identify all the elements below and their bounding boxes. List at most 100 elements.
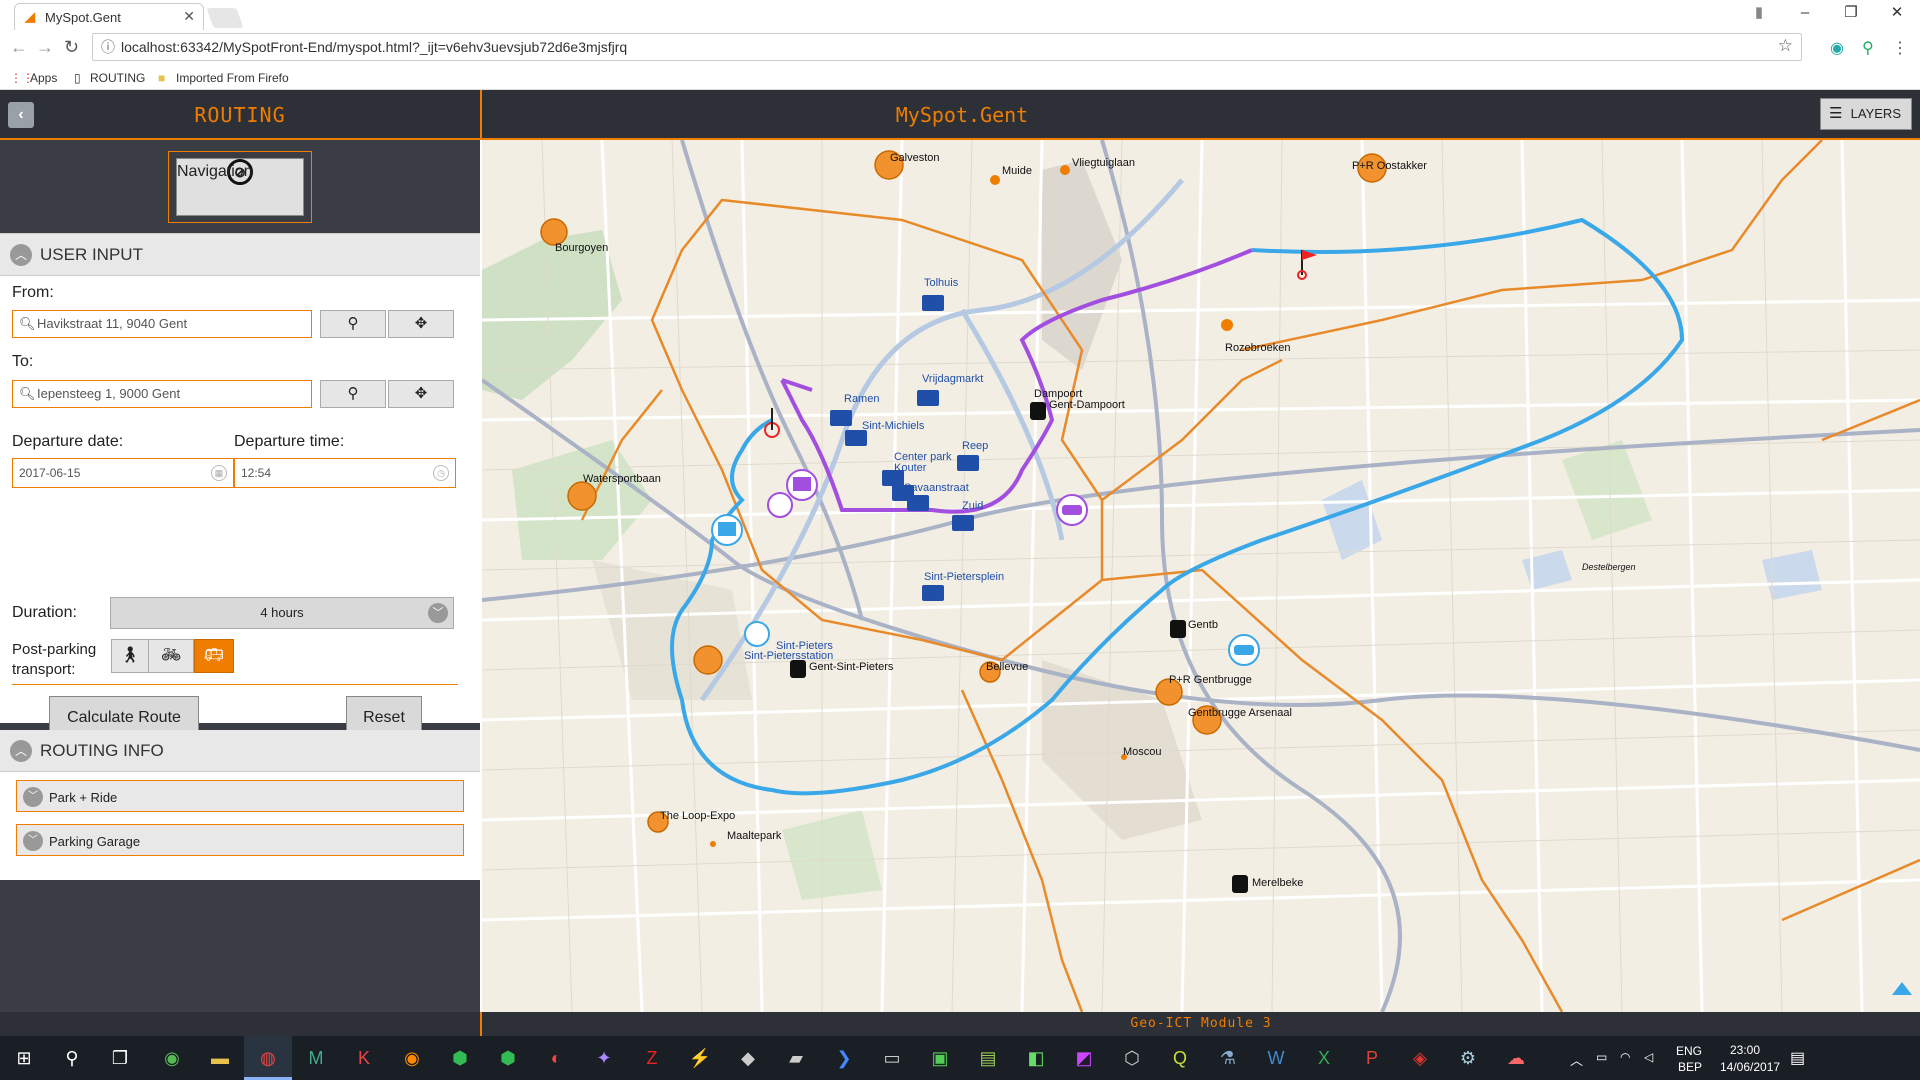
filezilla-icon[interactable]: Z (628, 1036, 676, 1080)
app-icon[interactable]: ◆ (724, 1036, 772, 1080)
to-input[interactable]: 🔍︎ Iepensteeg 1, 9000 Gent (12, 380, 312, 408)
map-label-place: Maaltepark (727, 830, 782, 842)
from-input[interactable]: 🔍︎ Havikstraat 11, 9040 Gent (12, 310, 312, 338)
menu-icon[interactable]: ⋮ (1892, 38, 1908, 58)
routing-info-section: ︿ ROUTING INFO ﹀ Park + Ride ﹀ Parking G… (0, 730, 480, 880)
app-icon[interactable]: ⚗ (1204, 1036, 1252, 1080)
powerpoint-icon[interactable]: P (1348, 1036, 1396, 1080)
map-label-station: Merelbeke (1252, 877, 1304, 889)
app-icon[interactable]: ◈ (1396, 1036, 1444, 1080)
language-text[interactable]: ENG (1676, 1044, 1702, 1058)
main-header: MySpot.Gent ☰ LAYERS (480, 90, 1920, 140)
chevron-up-icon: ︿ (10, 244, 32, 266)
post-parking-label: Post-parking transport: (12, 641, 97, 678)
duration-select[interactable]: 4 hours ﹀ (110, 597, 454, 629)
to-pin-button[interactable]: ⚲ (320, 380, 386, 408)
app-icon[interactable]: ◐ (532, 1036, 580, 1080)
close-window-icon[interactable]: ✕ (1874, 0, 1920, 30)
app-icon[interactable]: ▰ (772, 1036, 820, 1080)
word-icon[interactable]: W (1252, 1036, 1300, 1080)
bookmark-imported[interactable]: Imported From Firefo (176, 71, 289, 85)
back-icon[interactable]: ← (10, 37, 28, 58)
clock-time[interactable]: 23:00 (1730, 1043, 1760, 1057)
app-icon[interactable]: K (340, 1036, 388, 1080)
malwarebytes-icon[interactable]: M (292, 1036, 340, 1080)
minimize-icon[interactable]: – (1782, 0, 1828, 30)
app-icon[interactable]: ⚙ (1444, 1036, 1492, 1080)
powershell-icon[interactable]: ❯ (820, 1036, 868, 1080)
calendar-icon[interactable]: ▦ (211, 465, 227, 481)
close-tab-icon[interactable]: ✕ (183, 8, 195, 25)
from-locate-button[interactable]: ✥ (388, 310, 454, 338)
walking-person-icon: 🚶︎ (119, 647, 141, 664)
navigation-box: Navigation ⊘ (168, 151, 312, 223)
extension-pin-icon[interactable]: ⚲ (1862, 38, 1874, 58)
app-icon[interactable]: ⬢ (436, 1036, 484, 1080)
bookmark-routing[interactable]: ROUTING (90, 71, 145, 85)
app-icon[interactable]: ⚡ (676, 1036, 724, 1080)
map-label-garage: Sint-Pietersplein (924, 571, 1005, 583)
extension-icon[interactable]: ◉ (1830, 38, 1844, 58)
app-icon[interactable]: ▤ (964, 1036, 1012, 1080)
url-field[interactable]: ⓘ localhost:63342/MySpotFront-End/myspot… (92, 33, 1802, 61)
search-icon[interactable]: ⚲ (48, 1036, 96, 1080)
from-pin-button[interactable]: ⚲ (320, 310, 386, 338)
layers-label: LAYERS (1850, 106, 1901, 121)
clock-date[interactable]: 14/06/2017 (1720, 1060, 1780, 1074)
forward-icon[interactable]: → (36, 37, 54, 58)
app-title: MySpot.Gent (895, 103, 1029, 127)
bookmark-apps[interactable]: Apps (30, 71, 57, 85)
file-explorer-icon[interactable]: ▬ (196, 1036, 244, 1080)
info-icon[interactable]: ⓘ (101, 34, 115, 60)
app-icon[interactable]: ▣ (916, 1036, 964, 1080)
restore-icon[interactable]: ❐ (1828, 0, 1874, 30)
new-tab-button[interactable] (206, 8, 244, 28)
layout-text[interactable]: BEP (1678, 1060, 1702, 1074)
chrome-icon[interactable]: ◍ (244, 1036, 292, 1080)
bus-button[interactable]: 🚌︎ (194, 639, 234, 673)
firefox-icon[interactable]: ◉ (388, 1036, 436, 1080)
app-icon[interactable]: ◉ (148, 1036, 196, 1080)
phpstorm-icon[interactable]: ◩ (1060, 1036, 1108, 1080)
taskbar: ⊞ ⚲ ❐ ◉ ▬ ◍ M K ◉ ⬢ ⬢ ◐ ✦ Z ⚡ ◆ ▰ ❯ ▭ ▣ … (0, 1036, 1920, 1080)
divider (12, 684, 458, 685)
bookmark-star-icon[interactable]: ☆ (1778, 33, 1793, 59)
reload-icon[interactable]: ↻ (64, 37, 79, 58)
departure-time-input[interactable]: 12:54 ◷ (234, 458, 456, 488)
app-icon[interactable]: ✦ (580, 1036, 628, 1080)
app-icon[interactable]: ⬢ (484, 1036, 532, 1080)
departure-date-input[interactable]: 2017-06-15 ▦ (12, 458, 234, 488)
routing-info-header[interactable]: ︿ ROUTING INFO (0, 730, 480, 772)
volume-icon[interactable]: ◁ (1644, 1050, 1653, 1064)
map-view[interactable]: Galveston Bourgoyen Watersportbaan P+R O… (482, 140, 1920, 1012)
app-icon[interactable]: ⬡ (1108, 1036, 1156, 1080)
parking-garage-item[interactable]: ﹀ Parking Garage (16, 824, 464, 856)
walk-button[interactable]: 🚶︎ (111, 639, 149, 673)
terminal-icon[interactable]: ▭ (868, 1036, 916, 1080)
to-locate-button[interactable]: ✥ (388, 380, 454, 408)
duration-value: 4 hours (260, 605, 304, 620)
wifi-icon[interactable]: ◠ (1620, 1050, 1630, 1064)
battery-icon[interactable]: ▭ (1596, 1050, 1607, 1064)
tab-title: MySpot.Gent (45, 10, 121, 25)
user-icon[interactable]: ▮ (1736, 0, 1782, 30)
bookmarks-bar: ⋮⋮ Apps ▯ ROUTING ■ Imported From Firefo (0, 66, 1920, 90)
start-icon[interactable]: ⊞ (0, 1036, 48, 1080)
qgis-icon[interactable]: Q (1156, 1036, 1204, 1080)
pycharm-icon[interactable]: ◧ (1012, 1036, 1060, 1080)
clock-icon[interactable]: ◷ (433, 465, 449, 481)
park-ride-item[interactable]: ﹀ Park + Ride (16, 780, 464, 812)
layers-button[interactable]: ☰ LAYERS (1820, 98, 1912, 130)
navigation-button[interactable]: Navigation ⊘ (176, 158, 304, 216)
map-label-place: Sint-Pietersstation (744, 650, 834, 662)
user-input-header[interactable]: ︿ USER INPUT (0, 234, 480, 276)
task-view-icon[interactable]: ❐ (96, 1036, 144, 1080)
map-label-station: Gent-Sint-Pieters (809, 661, 894, 673)
tray-chevron-icon[interactable]: ︿ (1570, 1050, 1583, 1069)
app-icon[interactable]: ☁ (1492, 1036, 1540, 1080)
search-icon: 🔍︎ (19, 386, 36, 401)
excel-icon[interactable]: X (1300, 1036, 1348, 1080)
bike-button[interactable]: 🚲︎ (148, 639, 194, 673)
browser-tab[interactable]: ◢ MySpot.Gent ✕ (14, 3, 204, 30)
notification-icon[interactable]: ▤ (1790, 1048, 1805, 1068)
